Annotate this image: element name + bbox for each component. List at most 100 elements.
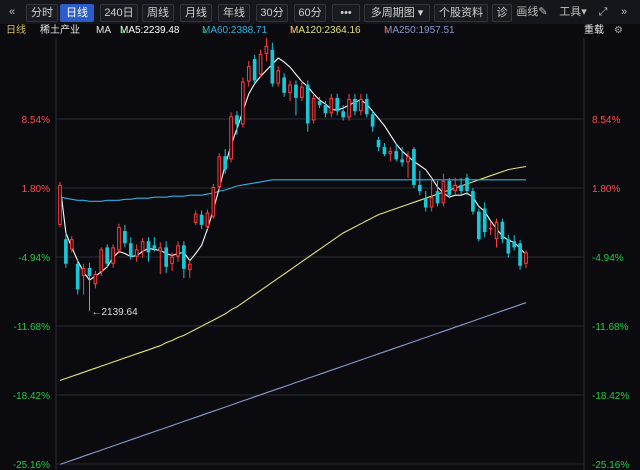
candle-body <box>300 86 304 98</box>
candle-body <box>264 45 269 54</box>
reload-button[interactable]: 重载 <box>584 24 604 38</box>
candle-body <box>388 151 393 155</box>
multi-period-button[interactable]: 多周期图 ▾ <box>364 4 430 22</box>
y-axis-label-left: -4.94% <box>18 253 50 264</box>
candle-body <box>205 212 210 227</box>
tab-240ri[interactable]: 240日 <box>100 4 138 22</box>
candle-body <box>406 156 410 163</box>
tab-nianxian[interactable]: 年线 <box>218 4 250 22</box>
candle-body <box>241 81 245 125</box>
y-axis-label-right: -25.16% <box>592 460 629 470</box>
y-axis-label-left: -11.68% <box>13 322 50 333</box>
candle-body <box>252 59 257 81</box>
candlestick-chart[interactable]: 8.54% 8.54% 1.80% 1.80% -4.94% -4.94% -11.68% -… <box>0 38 640 470</box>
candle-body <box>376 139 381 148</box>
tools-button[interactable]: 工具▾ <box>556 4 590 20</box>
ma-legend: 日线 稀土产业 MA MA5:2239.48 ↓ MA60:2388.71 ↓ MA… <box>0 24 640 38</box>
draw-line-button[interactable]: 画线✎ <box>514 4 550 20</box>
candle-body <box>81 267 86 277</box>
candle-body <box>524 252 528 264</box>
candle-body <box>69 239 74 250</box>
y-axis-label-left: 1.80% <box>22 184 50 195</box>
candle-body <box>400 159 404 163</box>
legend-stock-name: 稀土产业 <box>40 25 80 36</box>
candle-body <box>211 186 216 217</box>
tab-rixian[interactable]: 日线 <box>60 4 94 22</box>
tab-fenshi[interactable]: 分时 <box>26 4 58 22</box>
candle-body <box>317 100 322 106</box>
candle-body <box>288 84 292 93</box>
candle-body <box>435 191 440 204</box>
candle-body <box>99 249 104 272</box>
low-annotation: ←2139.64 <box>91 307 138 318</box>
candle-body <box>164 247 169 267</box>
candle-body <box>311 97 316 121</box>
candle-body <box>134 249 139 257</box>
candle-body <box>128 243 133 257</box>
candle-body <box>117 226 121 251</box>
candle-body <box>459 184 463 192</box>
caret-down-icon: ▾ <box>417 7 424 19</box>
candle-body <box>394 151 399 160</box>
candle-body <box>359 98 363 112</box>
candle-body <box>382 147 387 155</box>
candle-body <box>506 239 511 254</box>
candle-body <box>193 213 198 223</box>
candle-body <box>512 241 517 248</box>
candle-body <box>223 156 227 170</box>
more-button[interactable]: ••• <box>332 4 360 22</box>
candle-body <box>471 191 475 212</box>
y-axis-label-right: -18.42% <box>592 391 629 402</box>
candle-body <box>447 180 452 196</box>
candle-body <box>258 53 263 75</box>
y-axis-label-left: -18.42% <box>13 391 50 402</box>
diagnose-button[interactable]: 诊 <box>492 4 512 22</box>
candle-body <box>488 227 493 230</box>
candle-body <box>158 247 163 252</box>
stock-info-button[interactable]: 个股资料 <box>434 4 488 22</box>
tab-zhouxian[interactable]: 周线 <box>142 4 174 22</box>
candle-body <box>329 97 334 114</box>
tab-60fen[interactable]: 60分 <box>294 4 326 22</box>
candle-body <box>429 197 434 208</box>
double-chevron-right-icon[interactable]: » <box>616 4 632 20</box>
caret-down-icon: ▾ <box>581 6 587 18</box>
candle-body <box>364 98 369 115</box>
candle-body <box>58 184 62 225</box>
candle-body <box>476 211 481 240</box>
candle-body <box>370 114 375 127</box>
candle-body <box>217 156 222 187</box>
pencil-icon: ✎ <box>538 6 548 18</box>
candle-body <box>229 116 233 160</box>
candle-body <box>87 267 92 277</box>
legend-ma-label: MA <box>96 25 111 36</box>
candle-body <box>518 243 522 266</box>
double-chevron-left-icon[interactable]: « <box>4 4 20 20</box>
ma250-line <box>59 302 527 465</box>
candle-body <box>75 263 80 290</box>
candle-body <box>441 180 446 204</box>
candle-body <box>353 98 357 112</box>
candle-body <box>282 77 286 93</box>
candle-body <box>199 214 204 225</box>
tab-30fen[interactable]: 30分 <box>256 4 288 22</box>
candle-body <box>176 245 180 257</box>
candle-body <box>417 184 422 192</box>
candle-body <box>182 245 186 269</box>
candle-body <box>140 241 145 252</box>
candle-body <box>482 208 487 233</box>
candle-body <box>170 256 174 264</box>
candle-body <box>341 111 345 118</box>
tab-yuexian[interactable]: 月线 <box>180 4 212 22</box>
settings-gear-icon[interactable]: ⚙ <box>614 24 623 38</box>
candle-body <box>152 245 157 249</box>
toolbar: « 分时 日线 240日 周线 月线 年线 30分 60分 ••• 多周期图 ▾… <box>0 0 640 25</box>
expand-icon[interactable]: ⤢ <box>596 4 610 20</box>
candle-body <box>123 230 127 244</box>
candle-body <box>111 247 115 264</box>
y-axis-label-right: 8.54% <box>592 115 620 126</box>
candle-body <box>64 239 68 264</box>
y-axis-label-right: 1.80% <box>592 184 620 195</box>
candle-body <box>323 105 328 114</box>
y-axis-label-right: -4.94% <box>592 253 624 264</box>
